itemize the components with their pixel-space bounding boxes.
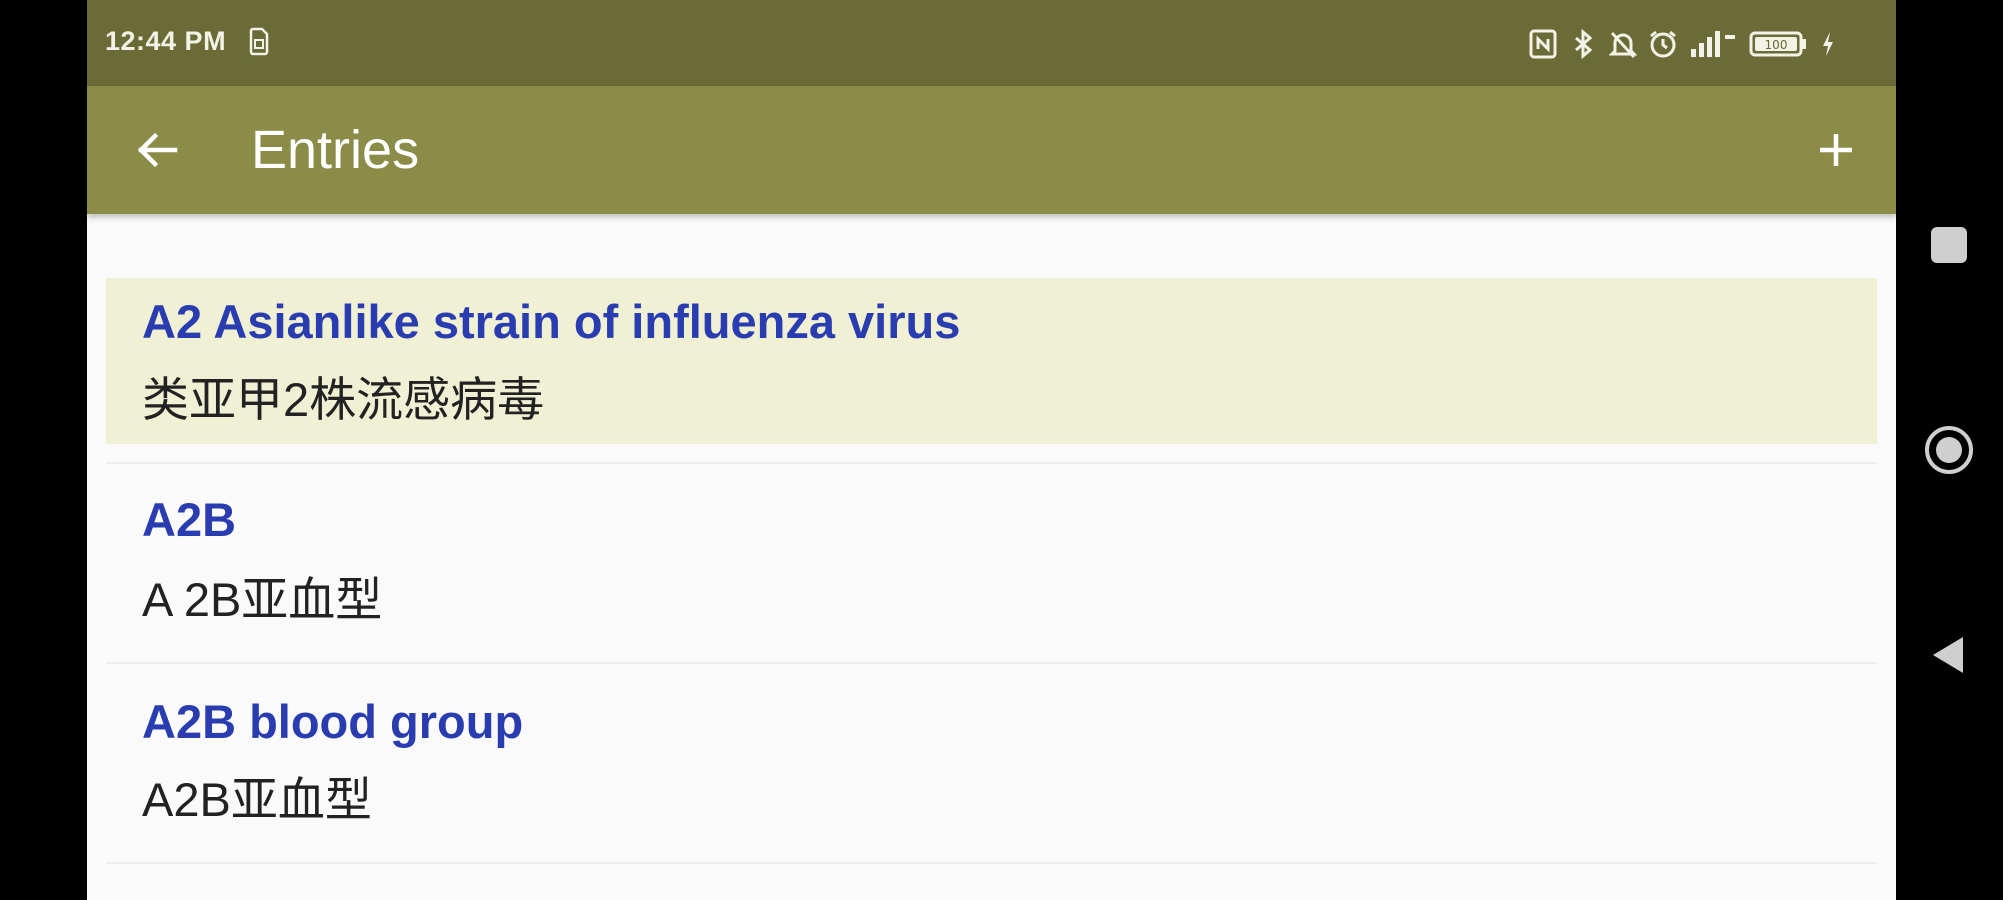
navigation-bar — [1896, 0, 2003, 900]
entry-term: A2B blood group — [142, 695, 524, 748]
list-item[interactable]: A2B A 2B亚血型 — [106, 464, 1877, 664]
arrow-left-icon — [137, 132, 178, 168]
plus-icon — [1820, 134, 1852, 166]
status-time: 12:44 PM — [105, 26, 227, 56]
page-title: Entries — [251, 120, 420, 180]
mute-icon — [1608, 29, 1638, 59]
back-nav-button[interactable] — [1914, 620, 1984, 690]
entry-translation: 类亚甲2株流感病毒 — [142, 373, 545, 426]
list-item[interactable]: A2 Asianlike strain of influenza virus 类… — [106, 264, 1877, 464]
status-icons: 100 — [1528, 24, 1836, 64]
app-bar: Entries — [87, 86, 1896, 214]
battery-level: 100 — [1765, 38, 1788, 52]
phone-screen: 12:44 PM 100 Entries A2 Asianlike strain… — [87, 0, 1896, 900]
list-item[interactable]: A2B blood group A2B亚血型 — [106, 664, 1877, 864]
home-circle-icon — [1925, 426, 1973, 474]
entry-translation: A 2B亚血型 — [142, 573, 383, 626]
status-bar: 12:44 PM 100 — [87, 0, 1896, 86]
bluetooth-icon — [1568, 29, 1598, 59]
home-button[interactable] — [1914, 415, 1984, 485]
recents-square-icon — [1931, 227, 1967, 263]
battery-icon: 100 — [1748, 29, 1810, 59]
charging-icon — [1820, 29, 1836, 59]
signal-icon — [1688, 29, 1738, 59]
entry-translation: A2B亚血型 — [142, 773, 372, 826]
recents-button[interactable] — [1914, 210, 1984, 280]
back-triangle-icon — [1933, 637, 1963, 673]
entry-term: A2 Asianlike strain of influenza virus — [142, 295, 961, 348]
entry-term: A2B — [142, 493, 237, 546]
nfc-icon — [1528, 29, 1558, 59]
add-entry-button[interactable] — [1804, 118, 1868, 182]
entries-list: A2 Asianlike strain of influenza virus 类… — [106, 264, 1877, 864]
alarm-icon — [1648, 29, 1678, 59]
sim-card-icon — [249, 27, 269, 56]
back-button[interactable] — [125, 118, 189, 182]
